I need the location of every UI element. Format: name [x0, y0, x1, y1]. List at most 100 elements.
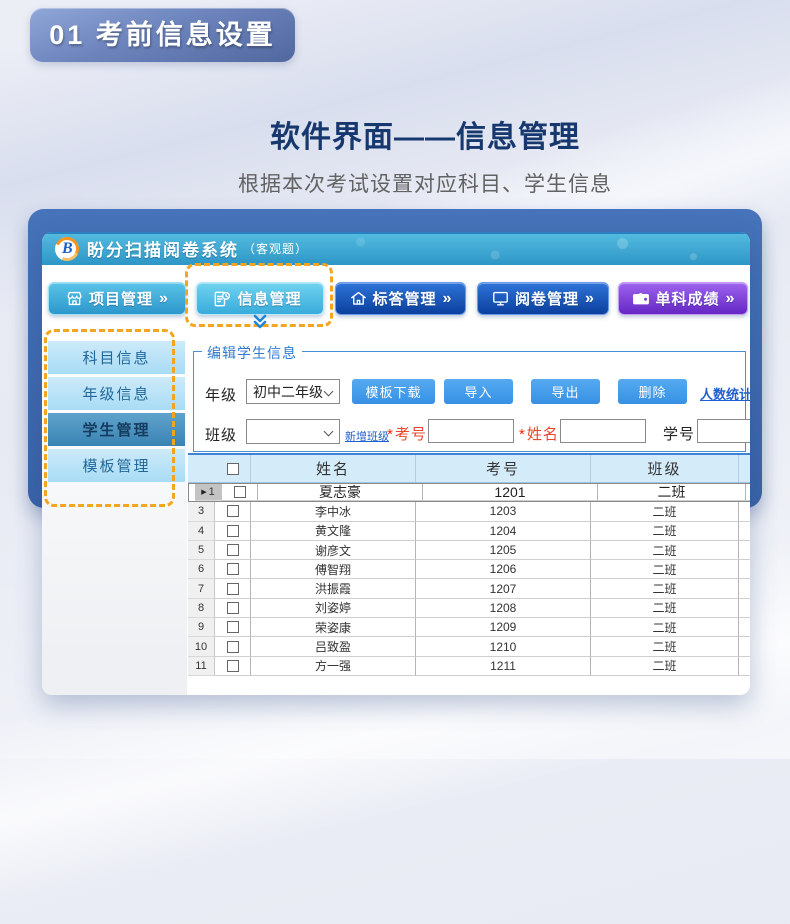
spacer-cell	[738, 541, 750, 560]
storefront-icon	[65, 289, 84, 308]
spacer-cell	[738, 522, 750, 541]
class-cell: 二班	[597, 484, 745, 501]
row-checkbox-cell[interactable]	[215, 618, 250, 637]
exam-no-column-header: 考号	[415, 455, 590, 482]
exam-no-cell: 1209	[415, 618, 590, 637]
row-checkbox[interactable]	[227, 505, 239, 517]
nav-label: 阅卷管理	[515, 288, 579, 309]
row-number-cell: 8	[188, 599, 215, 618]
add-class-link[interactable]: 新增班级	[345, 428, 389, 444]
sidebar-item-template[interactable]: 模板管理	[48, 449, 185, 482]
student-name-cell: 黄文隆	[250, 522, 415, 541]
table-row[interactable]: 3李中冰1203二班	[188, 502, 750, 521]
student-name-cell: 洪振霞	[250, 579, 415, 598]
delete-button[interactable]: 删除	[618, 379, 687, 404]
row-number-cell: 11	[188, 657, 215, 676]
row-checkbox-cell[interactable]	[215, 522, 250, 541]
row-checkbox-cell[interactable]	[215, 599, 250, 618]
row-checkbox[interactable]	[227, 641, 239, 653]
table-row[interactable]: ▶1夏志豪1201二班	[188, 483, 750, 502]
chevrons-right-icon: »	[443, 290, 453, 308]
nav-project-button[interactable]: 项目管理»	[48, 282, 186, 315]
app-window: B 盼分扫描阅卷系统 （客观题） 项目管理» 信息管理 标答管理»	[42, 232, 750, 695]
table-row[interactable]: 11方一强1211二班	[188, 657, 750, 676]
spacer-cell	[738, 599, 750, 618]
exam-no-cell: 1204	[415, 522, 590, 541]
sidebar-item-student[interactable]: 学生管理	[48, 413, 185, 446]
student-name-cell: 方一强	[250, 657, 415, 676]
table-row[interactable]: 8刘姿婷1208二班	[188, 599, 750, 618]
table-row[interactable]: 9荣姿康1209二班	[188, 618, 750, 637]
page-subtitle: 根据本次考试设置对应科目、学生信息	[0, 168, 790, 198]
class-cell: 二班	[590, 579, 738, 598]
exam-no-cell: 1207	[415, 579, 590, 598]
row-checkbox-cell[interactable]	[215, 637, 250, 656]
row-checkbox[interactable]	[234, 486, 246, 498]
nav-label: 单科成绩	[656, 288, 720, 309]
student-no-input[interactable]	[697, 419, 750, 443]
exam-no-cell: 1208	[415, 599, 590, 618]
row-checkbox[interactable]	[227, 621, 239, 633]
sidebar-item-grade[interactable]: 年级信息	[48, 377, 185, 410]
row-checkbox[interactable]	[227, 602, 239, 614]
grade-select[interactable]: 初中二年级	[246, 379, 340, 404]
row-checkbox[interactable]	[227, 563, 239, 575]
name-input[interactable]	[560, 419, 646, 443]
nav-answer-button[interactable]: 标答管理»	[335, 282, 466, 315]
nav-marking-button[interactable]: 阅卷管理»	[477, 282, 609, 315]
row-checkbox[interactable]	[227, 583, 239, 595]
students-table: 姓名 考号 班级 ▶1夏志豪1201二班2吉茹定1202二班3李中冰1203二班…	[188, 453, 750, 695]
table-row[interactable]: 6傅智翔1206二班	[188, 560, 750, 579]
titlebar: B 盼分扫描阅卷系统 （客观题）	[42, 232, 750, 265]
student-name-cell: 傅智翔	[250, 560, 415, 579]
row-number-header	[188, 455, 215, 482]
table-row[interactable]: 4 黄文隆1204二班	[188, 522, 750, 541]
row-number-cell: ▶1	[195, 484, 222, 501]
row-checkbox[interactable]	[227, 525, 239, 537]
row-pointer-icon: ▶	[201, 488, 206, 496]
table-row[interactable]: 10吕致盈1210二班	[188, 637, 750, 656]
class-cell: 二班	[590, 522, 738, 541]
spacer-cell	[738, 618, 750, 637]
row-checkbox[interactable]	[227, 660, 239, 672]
row-number-cell: 4	[188, 522, 215, 541]
exam-no-input[interactable]	[428, 419, 514, 443]
student-name-cell: 谢彦文	[250, 541, 415, 560]
class-cell: 二班	[590, 618, 738, 637]
document-clock-icon	[212, 289, 232, 309]
double-chevron-down-icon	[251, 314, 269, 330]
import-button[interactable]: 导入	[444, 379, 513, 404]
class-column-header: 班级	[590, 455, 738, 482]
row-checkbox-cell[interactable]	[215, 560, 250, 579]
nav-score-button[interactable]: 单科成绩 »	[618, 282, 748, 315]
nav-label: 信息管理	[237, 288, 301, 309]
required-mark: *	[519, 426, 526, 443]
nav-info-button[interactable]: 信息管理	[196, 282, 324, 315]
class-cell: 二班	[590, 502, 738, 521]
table-row[interactable]: 5谢彦文1205二班	[188, 541, 750, 560]
exam-no-cell: 1206	[415, 560, 590, 579]
table-row[interactable]: 7洪振霞1207二班	[188, 579, 750, 598]
chevron-down-icon	[324, 427, 334, 437]
class-select[interactable]	[246, 419, 340, 444]
row-checkbox[interactable]	[227, 544, 239, 556]
class-label: 班级	[205, 424, 237, 445]
row-checkbox-cell[interactable]	[222, 484, 257, 501]
chevrons-right-icon: »	[726, 290, 736, 308]
exam-no-cell: 1203	[415, 502, 590, 521]
name-label: *姓名	[519, 423, 559, 444]
row-number-cell: 9	[188, 618, 215, 637]
select-all-cell[interactable]	[215, 455, 250, 482]
spacer-cell	[745, 484, 750, 501]
sidebar-item-subject[interactable]: 科目信息	[48, 341, 185, 374]
template-download-button[interactable]: 模板下载	[352, 379, 435, 404]
count-stats-link[interactable]: 人数统计	[700, 384, 750, 403]
student-name-cell: 李中冰	[250, 502, 415, 521]
row-checkbox-cell[interactable]	[215, 502, 250, 521]
panel-legend: 编辑学生信息	[202, 343, 302, 363]
row-checkbox-cell[interactable]	[215, 657, 250, 676]
select-all-checkbox[interactable]	[227, 463, 239, 475]
row-checkbox-cell[interactable]	[215, 579, 250, 598]
row-checkbox-cell[interactable]	[215, 541, 250, 560]
export-button[interactable]: 导出	[531, 379, 600, 404]
